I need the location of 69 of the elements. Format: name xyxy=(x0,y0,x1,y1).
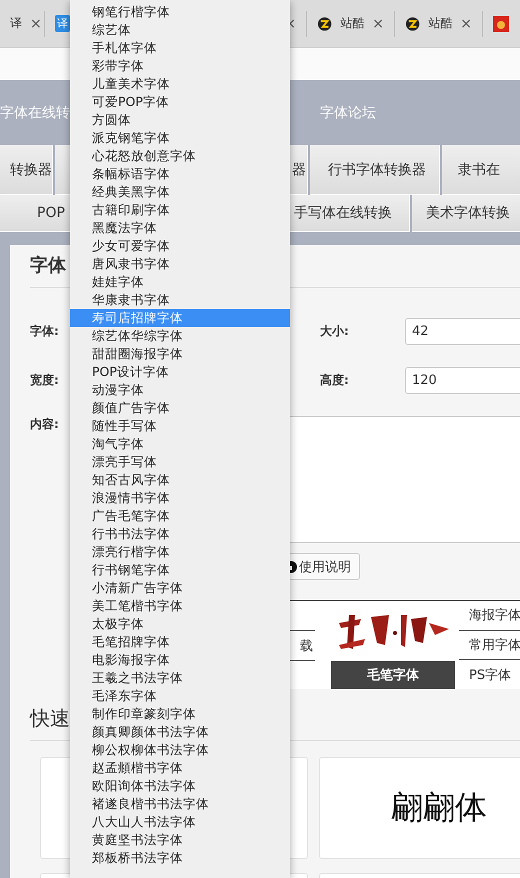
browser-tab[interactable]: 译 × xyxy=(0,10,45,36)
dropdown-option[interactable]: 娃娃字体 xyxy=(70,273,290,291)
browser-tab[interactable]: 站酷 × xyxy=(395,10,483,36)
dropdown-option[interactable]: 少女可爱字体 xyxy=(70,237,290,255)
dropdown-option[interactable]: 小清新广告字体 xyxy=(70,579,290,597)
dropdown-option[interactable]: 太极字体 xyxy=(70,615,290,633)
dropdown-option[interactable]: 黄庭坚书法字体 xyxy=(70,831,290,849)
dropdown-option[interactable]: 电影海报字体 xyxy=(70,651,290,669)
nav-button[interactable]: 隶书在 xyxy=(442,145,520,195)
dropdown-option[interactable]: 毛泽东字体 xyxy=(70,687,290,705)
dropdown-option[interactable]: 浪漫情书字体 xyxy=(70,489,290,507)
dropdown-option[interactable]: 随性手写体 xyxy=(70,417,290,435)
dropdown-option[interactable]: 广告毛笔字体 xyxy=(70,507,290,525)
dropdown-option[interactable]: 欧阳询体书法字体 xyxy=(70,777,290,795)
dropdown-option[interactable]: 漂亮手写体 xyxy=(70,453,290,471)
dropdown-option[interactable]: 可爱POP字体 xyxy=(70,93,290,111)
dropdown-option[interactable]: 毛笔招牌字体 xyxy=(70,633,290,651)
close-icon[interactable]: × xyxy=(460,16,472,32)
dropdown-option[interactable]: 赵孟頫楷书字体 xyxy=(70,759,290,777)
field-label: 宽度: xyxy=(30,372,60,389)
tab-title: 站酷 xyxy=(428,15,452,32)
dropdown-option[interactable]: 褚遂良楷书书法字体 xyxy=(70,795,290,813)
logo-icon xyxy=(405,16,420,32)
dropdown-option[interactable]: 条幅标语字体 xyxy=(70,165,290,183)
site-icon xyxy=(493,16,509,32)
tab-title: 译 xyxy=(10,15,22,32)
font-card[interactable]: 翩翩体 xyxy=(319,757,520,859)
dropdown-option[interactable]: 华康隶书字体 xyxy=(70,291,290,309)
dropdown-option[interactable]: 钢笔行楷字体 xyxy=(70,3,290,21)
dropdown-option[interactable]: 王羲之书法字体 xyxy=(70,669,290,687)
dropdown-option[interactable]: 唐风隶书字体 xyxy=(70,255,290,273)
dropdown-option[interactable]: 八大山人书法字体 xyxy=(70,813,290,831)
dropdown-option[interactable]: 郑板桥书法字体 xyxy=(70,849,290,867)
dropdown-option[interactable]: 知否古风字体 xyxy=(70,471,290,489)
dropdown-option[interactable]: 制作印章篆刻字体 xyxy=(70,705,290,723)
logo-icon xyxy=(317,16,332,32)
nav-button[interactable]: 美术字体转换 xyxy=(412,195,520,232)
dropdown-option[interactable]: 柳公权柳体书法字体 xyxy=(70,741,290,759)
caption-link[interactable]: 毛笔字体 xyxy=(331,661,455,689)
dropdown-option[interactable]: 手札体字体 xyxy=(70,39,290,57)
link[interactable]: PS字体 xyxy=(459,660,520,690)
close-icon[interactable]: × xyxy=(372,16,384,32)
translate-icon: 译 xyxy=(55,15,70,32)
font-sample: 翩翩体 xyxy=(390,787,487,828)
dropdown-option[interactable]: 颜值广告字体 xyxy=(70,399,290,417)
dropdown-option[interactable]: 行书书法字体 xyxy=(70,525,290,543)
dropdown-option[interactable]: 儿童美术字体 xyxy=(70,75,290,93)
input-field[interactable]: 120 xyxy=(405,367,520,394)
dropdown-option[interactable]: 综艺体华综字体 xyxy=(70,327,290,345)
field-label: 字体: xyxy=(30,323,60,340)
browser-tab[interactable]: 站酷 × xyxy=(307,10,395,36)
dropdown-option[interactable]: 美工笔楷书字体 xyxy=(70,597,290,615)
field-label: 高度: xyxy=(320,372,350,389)
dropdown-option[interactable]: 淘气字体 xyxy=(70,435,290,453)
dropdown-option[interactable]: 动漫字体 xyxy=(70,381,290,399)
input-field[interactable]: 42 xyxy=(405,318,520,345)
dropdown-option[interactable]: 方圆体 xyxy=(70,111,290,129)
dropdown-option[interactable]: 综艺体 xyxy=(70,21,290,39)
dropdown-option[interactable]: POP设计字体 xyxy=(70,363,290,381)
nav-button[interactable]: 行书字体转换器 xyxy=(310,145,440,195)
field-label: 大小: xyxy=(320,323,350,340)
dropdown-option[interactable]: 心花怒放创意字体 xyxy=(70,147,290,165)
tab-title: 站酷 xyxy=(340,15,364,32)
close-icon[interactable]: × xyxy=(30,16,42,32)
dropdown-option[interactable]: 派克钢笔字体 xyxy=(70,129,290,147)
dropdown-option[interactable]: 颜真卿颜体书法字体 xyxy=(70,723,290,741)
dropdown-option[interactable]: 甜甜圈海报字体 xyxy=(70,345,290,363)
nav-button[interactable]: 转换器 xyxy=(0,145,53,195)
field-label: 内容: xyxy=(30,416,60,433)
